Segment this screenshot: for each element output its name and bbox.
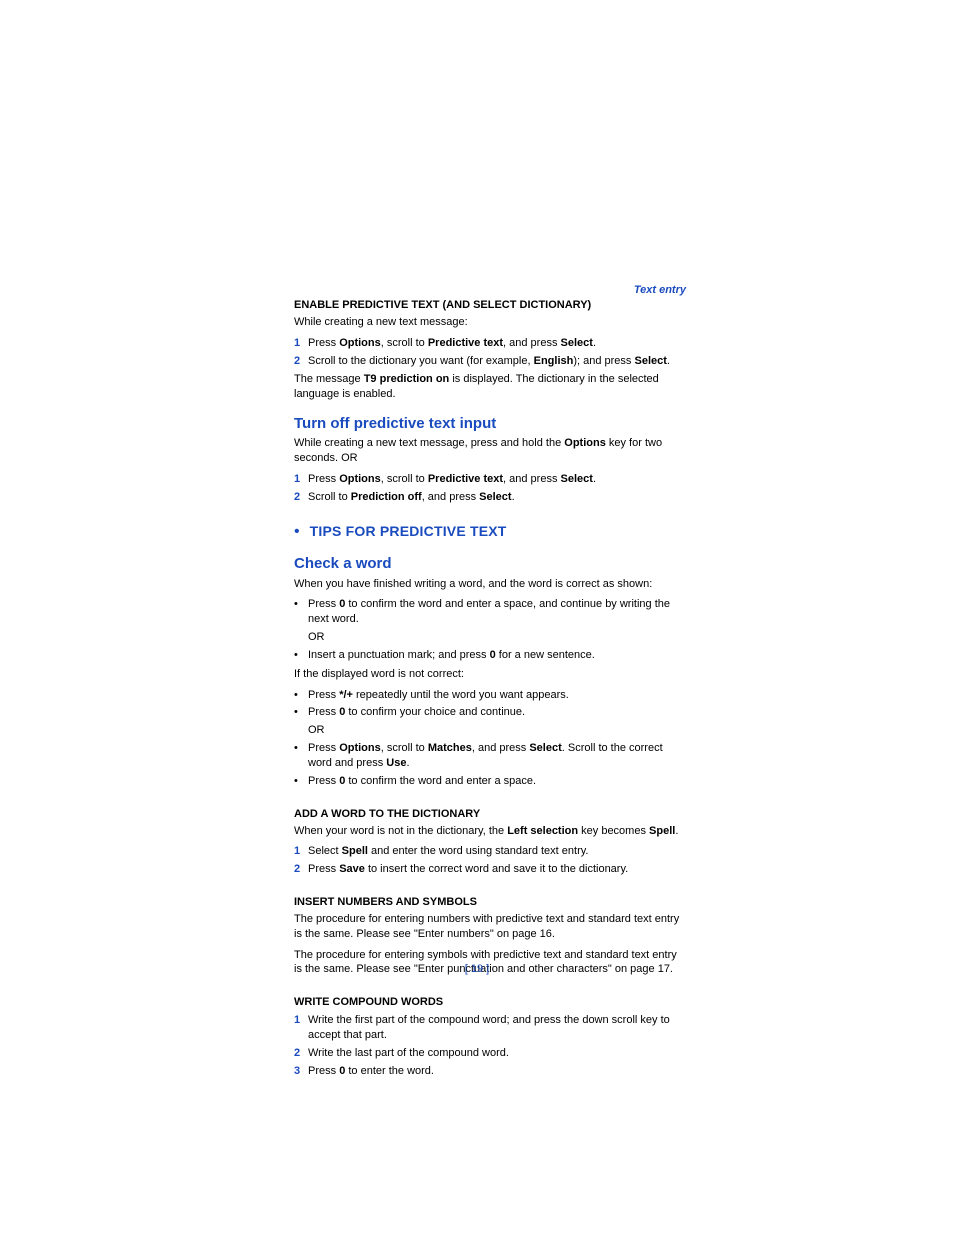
list-item: • Press 0 to confirm your choice and con…	[294, 705, 686, 720]
list-item: • Press Options, scroll to Matches, and …	[294, 741, 686, 771]
paragraph: While creating a new text message:	[294, 315, 686, 330]
heading-turn-off-predictive: Turn off predictive text input	[294, 414, 686, 434]
list-body: Press Options, scroll to Predictive text…	[308, 336, 686, 351]
list-body: Press 0 to confirm your choice and conti…	[308, 705, 686, 720]
list-body: Insert a punctuation mark; and press 0 f…	[308, 648, 686, 663]
list-item: • Insert a punctuation mark; and press 0…	[294, 648, 686, 663]
paragraph: The procedure for entering numbers with …	[294, 912, 686, 942]
ordered-list: 1 Press Options, scroll to Predictive te…	[294, 336, 686, 369]
list-body: Press Options, scroll to Predictive text…	[308, 472, 686, 487]
page-content: ENABLE PREDICTIVE TEXT (AND SELECT DICTI…	[294, 298, 686, 1078]
or-text: OR	[308, 723, 686, 738]
list-number: 1	[294, 336, 308, 351]
list-number: 2	[294, 354, 308, 369]
paragraph: When you have finished writing a word, a…	[294, 577, 686, 592]
list-body: Press 0 to enter the word.	[308, 1064, 686, 1079]
ordered-list: 1 Press Options, scroll to Predictive te…	[294, 472, 686, 505]
list-body: Write the first part of the compound wor…	[308, 1013, 686, 1043]
list-body: Press Save to insert the correct word an…	[308, 862, 686, 877]
list-item: 2 Write the last part of the compound wo…	[294, 1046, 686, 1061]
list-number: 1	[294, 472, 308, 487]
list-number: 2	[294, 862, 308, 877]
list-item: • Press 0 to confirm the word and enter …	[294, 597, 686, 627]
list-item: 2 Scroll to the dictionary you want (for…	[294, 354, 686, 369]
paragraph: When your word is not in the dictionary,…	[294, 824, 686, 839]
or-text: OR	[308, 630, 686, 645]
list-item: • Press 0 to confirm the word and enter …	[294, 774, 686, 789]
list-body: Press Options, scroll to Matches, and pr…	[308, 741, 686, 771]
heading-add-word: ADD A WORD TO THE DICTIONARY	[294, 807, 686, 822]
list-body: Press 0 to confirm the word and enter a …	[308, 774, 686, 789]
paragraph: The message T9 prediction on is displaye…	[294, 372, 686, 402]
bullet-icon: •	[294, 774, 308, 789]
heading-compound-words: WRITE COMPOUND WORDS	[294, 995, 686, 1010]
ordered-list: 1 Write the first part of the compound w…	[294, 1013, 686, 1078]
list-body: Press */+ repeatedly until the word you …	[308, 688, 686, 703]
list-body: Scroll to Prediction off, and press Sele…	[308, 490, 686, 505]
list-item: 1 Select Spell and enter the word using …	[294, 844, 686, 859]
bullet-icon: •	[294, 597, 308, 627]
list-number: 1	[294, 844, 308, 859]
paragraph: If the displayed word is not correct:	[294, 667, 686, 682]
bullet-icon: •	[294, 705, 308, 720]
list-item: 1 Press Options, scroll to Predictive te…	[294, 336, 686, 351]
heading-insert-numbers: INSERT NUMBERS AND SYMBOLS	[294, 895, 686, 910]
list-body: Write the last part of the compound word…	[308, 1046, 686, 1061]
list-item: 3 Press 0 to enter the word.	[294, 1064, 686, 1079]
header-section-label: Text entry	[634, 284, 686, 296]
list-body: Press 0 to confirm the word and enter a …	[308, 597, 686, 627]
paragraph: While creating a new text message, press…	[294, 436, 686, 466]
list-number: 2	[294, 490, 308, 505]
bullet-icon: •	[294, 688, 308, 703]
heading-enable-predictive: ENABLE PREDICTIVE TEXT (AND SELECT DICTI…	[294, 298, 686, 313]
list-body: Scroll to the dictionary you want (for e…	[308, 354, 686, 369]
list-item: 1 Write the first part of the compound w…	[294, 1013, 686, 1043]
list-number: 3	[294, 1064, 308, 1079]
section-heading-row: • TIPS FOR PREDICTIVE TEXT	[294, 521, 686, 543]
heading-check-a-word: Check a word	[294, 554, 686, 574]
bullet-list: • Press */+ repeatedly until the word yo…	[294, 688, 686, 789]
list-item: 1 Press Options, scroll to Predictive te…	[294, 472, 686, 487]
list-item: 2 Scroll to Prediction off, and press Se…	[294, 490, 686, 505]
heading-tips-predictive: TIPS FOR PREDICTIVE TEXT	[310, 522, 507, 541]
document-page: Text entry ENABLE PREDICTIVE TEXT (AND S…	[0, 0, 954, 1235]
list-item: 2 Press Save to insert the correct word …	[294, 862, 686, 877]
bullet-icon: •	[294, 741, 308, 771]
bullet-icon: •	[294, 521, 300, 543]
list-number: 2	[294, 1046, 308, 1061]
list-body: Select Spell and enter the word using st…	[308, 844, 686, 859]
list-number: 1	[294, 1013, 308, 1043]
bullet-list: • Press 0 to confirm the word and enter …	[294, 597, 686, 662]
list-item: • Press */+ repeatedly until the word yo…	[294, 688, 686, 703]
ordered-list: 1 Select Spell and enter the word using …	[294, 844, 686, 877]
bullet-icon: •	[294, 648, 308, 663]
page-number: [ 19 ]	[0, 963, 954, 975]
